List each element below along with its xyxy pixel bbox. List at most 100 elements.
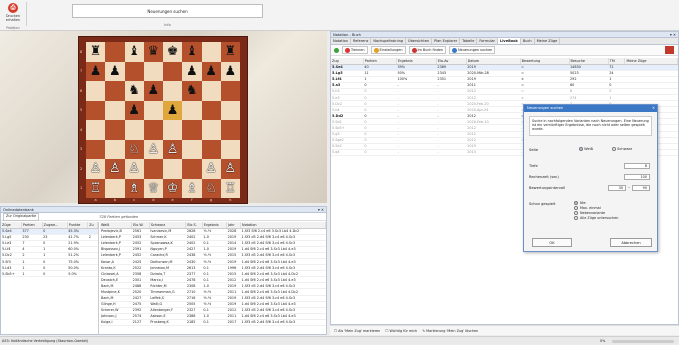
- white-bishop-icon[interactable]: ♗: [128, 182, 140, 195]
- white-pawn-icon[interactable]: ♙: [167, 143, 179, 156]
- find-in-book-button[interactable]: Im Buch finden: [408, 46, 447, 54]
- black-king-icon[interactable]: ♚: [167, 45, 179, 58]
- black-pawn-icon[interactable]: ♟: [186, 65, 198, 78]
- table-row[interactable]: Kuige,I 2127 Prusberg,K 2185 0-1 2017 1.Sf3 d5…: [100, 319, 326, 327]
- board-square[interactable]: ♙: [124, 159, 144, 179]
- original-game-button[interactable]: Zur Originalpartie: [3, 212, 40, 221]
- board-square[interactable]: [124, 61, 144, 81]
- board-square[interactable]: [105, 178, 125, 198]
- black-rook-icon[interactable]: ♜: [90, 45, 102, 58]
- board-square[interactable]: [201, 42, 221, 62]
- board-square[interactable]: [163, 120, 183, 140]
- board-square[interactable]: ♟: [220, 61, 240, 81]
- board-square[interactable]: [143, 61, 163, 81]
- white-queen-icon[interactable]: ♕: [148, 182, 160, 195]
- black-rook-icon[interactable]: ♜: [225, 45, 237, 58]
- black-pawn-icon[interactable]: ♟: [167, 104, 179, 117]
- tab-buch[interactable]: Buch: [521, 38, 535, 44]
- white-knight-icon[interactable]: ♘: [205, 182, 217, 195]
- played-option-radio[interactable]: Alle Züge untersuchen: [574, 216, 618, 221]
- tab-referenz[interactable]: Referenz: [351, 38, 372, 44]
- clear-my-move-button[interactable]: ✎ Markierung 'Mein Zug' löschen: [422, 329, 478, 333]
- board-square[interactable]: ♜: [86, 42, 106, 62]
- white-bishop-icon[interactable]: ♗: [186, 182, 198, 195]
- black-bishop-icon[interactable]: ♝: [128, 45, 140, 58]
- depth-input[interactable]: 8: [624, 163, 650, 169]
- board-square[interactable]: ♜: [220, 42, 240, 62]
- board-square[interactable]: ♘: [124, 139, 144, 159]
- board-square[interactable]: [201, 100, 221, 120]
- board-square[interactable]: ♞: [124, 81, 144, 101]
- board-square[interactable]: [124, 120, 144, 140]
- board-square[interactable]: [163, 159, 183, 179]
- cancel-button[interactable]: Abbrechen: [610, 238, 652, 247]
- white-rook-icon[interactable]: ♖: [225, 182, 237, 195]
- board-square[interactable]: [86, 81, 106, 101]
- board-square[interactable]: ♙: [143, 139, 163, 159]
- white-knight-icon[interactable]: ♘: [128, 143, 140, 156]
- board-square[interactable]: ♟: [143, 81, 163, 101]
- board-square[interactable]: ♛: [143, 42, 163, 62]
- white-pawn-icon[interactable]: ♙: [109, 162, 121, 175]
- board-square[interactable]: [143, 120, 163, 140]
- board-square[interactable]: ♔: [163, 178, 183, 198]
- board-square[interactable]: ♕: [143, 178, 163, 198]
- side-white-radio[interactable]: Weiß: [579, 147, 593, 151]
- important-button[interactable]: ☐ Wichtig für mich: [385, 329, 417, 333]
- board-square[interactable]: ♝: [182, 42, 202, 62]
- board-square[interactable]: [220, 81, 240, 101]
- board-square[interactable]: [220, 139, 240, 159]
- board-square[interactable]: [143, 100, 163, 120]
- board-square[interactable]: ♙: [86, 159, 106, 179]
- board-square[interactable]: ♟: [201, 61, 221, 81]
- tab-notation[interactable]: Notation: [331, 38, 351, 44]
- board-square[interactable]: ♖: [220, 178, 240, 198]
- board-square[interactable]: ♚: [163, 42, 183, 62]
- black-knight-icon[interactable]: ♞: [128, 84, 140, 97]
- tab-livebook[interactable]: LiveBook: [498, 38, 521, 44]
- white-pawn-icon[interactable]: ♙: [128, 162, 140, 175]
- close-icon[interactable]: ▾ ✕: [670, 32, 678, 38]
- board-square[interactable]: [143, 159, 163, 179]
- white-king-icon[interactable]: ♔: [167, 182, 179, 195]
- board-square[interactable]: ♗: [124, 178, 144, 198]
- tab-tabelle[interactable]: Tabelle: [460, 38, 478, 44]
- toolbar-find-novelties-button[interactable]: Neuerungen suchen: [449, 46, 496, 54]
- board-square[interactable]: ♟: [105, 61, 125, 81]
- white-pawn-icon[interactable]: ♙: [225, 162, 237, 175]
- time-input[interactable]: 100: [624, 174, 650, 180]
- board-square[interactable]: [86, 120, 106, 140]
- board-square[interactable]: [105, 120, 125, 140]
- white-pawn-icon[interactable]: ♙: [148, 143, 160, 156]
- interval-max-input[interactable]: 90: [632, 185, 650, 191]
- board-square[interactable]: [105, 81, 125, 101]
- board-square[interactable]: ♟: [163, 100, 183, 120]
- black-bishop-icon[interactable]: ♝: [186, 45, 198, 58]
- board-square[interactable]: ♟: [86, 61, 106, 81]
- board-square[interactable]: [182, 159, 202, 179]
- board-square[interactable]: ♞: [182, 81, 202, 101]
- black-pawn-icon[interactable]: ♟: [148, 84, 160, 97]
- side-black-radio[interactable]: Schwarz: [612, 147, 632, 151]
- board-square[interactable]: [163, 81, 183, 101]
- board-square[interactable]: ♙: [220, 159, 240, 179]
- board-square[interactable]: [105, 139, 125, 159]
- settings-button[interactable]: Einstellungen: [370, 46, 406, 54]
- board-square[interactable]: [182, 120, 202, 140]
- board-square[interactable]: [220, 100, 240, 120]
- black-queen-icon[interactable]: ♛: [148, 45, 160, 58]
- board-square[interactable]: [182, 139, 202, 159]
- ok-button[interactable]: OK: [532, 238, 572, 247]
- tab-nachspeltraining[interactable]: Nachspeltraining: [371, 38, 407, 44]
- white-pawn-icon[interactable]: ♙: [205, 162, 217, 175]
- split-button[interactable]: Trennen: [342, 46, 368, 54]
- table-row[interactable]: 5.Sb5+ 1 0 5.0%: [1, 270, 98, 278]
- black-pawn-icon[interactable]: ♟: [90, 65, 102, 78]
- tab-plan-explorer[interactable]: Plan Explorer: [432, 38, 461, 44]
- tab-meine-züge[interactable]: Meine Züge: [535, 38, 561, 44]
- white-rook-icon[interactable]: ♖: [90, 182, 102, 195]
- board-square[interactable]: [201, 120, 221, 140]
- black-pawn-icon[interactable]: ♟: [128, 104, 140, 117]
- board-square[interactable]: ♘: [201, 178, 221, 198]
- board-square[interactable]: ♙: [163, 139, 183, 159]
